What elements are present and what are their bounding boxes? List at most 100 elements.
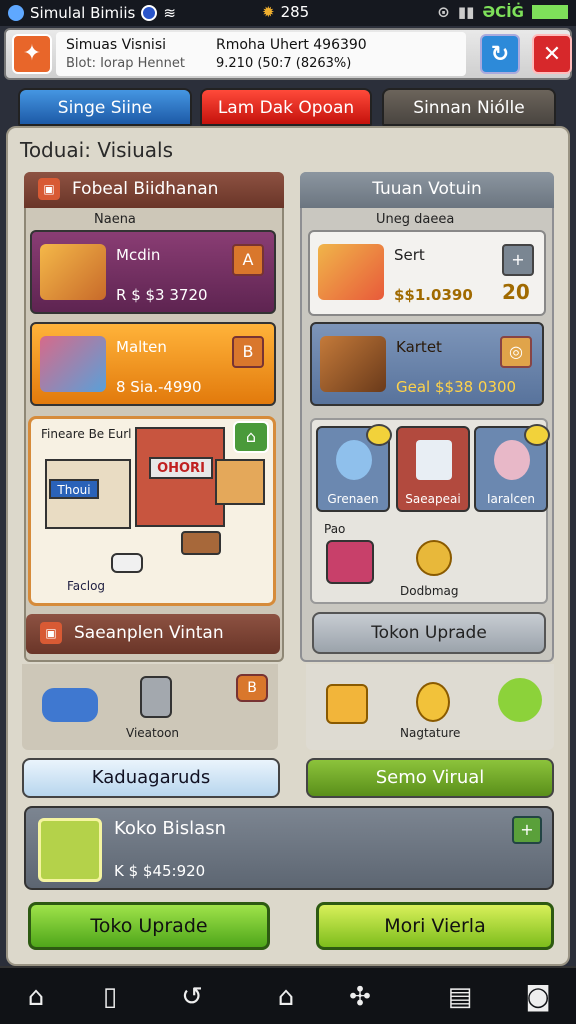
market-button[interactable]: A (232, 244, 264, 276)
undo-icon[interactable]: ↺ (162, 974, 222, 1020)
tab-singe-siine[interactable]: Singe Siine (18, 88, 192, 126)
right-sublabel: Uneg daeea (376, 212, 455, 227)
building-upgrade-icon[interactable]: ⌂ (233, 421, 269, 453)
toko-upgrade-button[interactable]: Toko Uprade (28, 902, 270, 950)
status-center: ✹ 285 (262, 3, 309, 21)
koko-card[interactable]: Koko Bislasn K $ $45:920 + (24, 806, 554, 890)
sert-add-button[interactable]: + (502, 244, 534, 276)
box-icon[interactable] (326, 684, 368, 724)
crate-icon: ▣ (38, 178, 60, 200)
maker-title: Malten (116, 338, 167, 356)
koko-value: K $ $45:920 (114, 862, 206, 880)
signal-icon: ▮▮ (457, 3, 475, 21)
maker-button[interactable]: B (232, 336, 264, 368)
refresh-icon[interactable]: ↻ (480, 34, 520, 74)
pao-label: Pao (324, 522, 346, 536)
market-card[interactable]: Mcdin R $ $3 3720 A (30, 230, 276, 314)
close-icon[interactable]: ✕ (532, 34, 572, 74)
item-iaralcen[interactable]: Iaralcen (474, 424, 550, 512)
item-grenaen-label: Grenaen (327, 492, 379, 506)
badge-icon (141, 5, 158, 21)
belt-right-label: Nagtature (400, 726, 461, 740)
alarm-icon: ⊙ (437, 3, 450, 21)
fridge-icon (416, 440, 452, 480)
town-label: Fineare Be Eurl (41, 427, 132, 441)
coin-badge-icon (524, 424, 550, 446)
status-left: Simulal Bimiis ≋ (8, 4, 176, 22)
wifi-icon: ≋ (163, 4, 176, 22)
left-section2-text: Saeanplen Vintan (74, 623, 224, 643)
semo-virual-button[interactable]: Semo Virual (306, 758, 554, 798)
koko-add-button[interactable]: + (512, 816, 542, 844)
coupon-icon[interactable]: ◎ (500, 336, 532, 368)
mori-vierla-button[interactable]: Mori Vierla (316, 902, 554, 950)
box-icon[interactable]: ▤ (430, 974, 490, 1020)
coin-badge-icon (366, 424, 392, 446)
puzzle-icon[interactable]: ✣ (330, 974, 390, 1020)
maker-card[interactable]: Malten 8 Sia.-4990 B (30, 322, 276, 406)
right-header: Tuuan Votuin (300, 172, 554, 208)
market-icon (40, 244, 106, 300)
kartet-card[interactable]: Kartet Geal $$38 0300 ◎ (310, 322, 544, 406)
status-count: 285 (280, 3, 310, 21)
car-icon (111, 553, 143, 573)
pencil-icon (318, 244, 384, 300)
cloud-icon (8, 5, 24, 21)
tab-sinnan-niolle[interactable]: Sinnan Niólle (382, 88, 556, 126)
left-sublabel: Naena (94, 212, 136, 227)
settings-icon: ✹ (262, 3, 275, 21)
belt-b-button[interactable]: B (236, 674, 268, 702)
shop-sign: OHORI (149, 457, 213, 479)
town-illustration[interactable]: Fineare Be Eurl Thoui OHORI Faclog ⌂ (28, 416, 276, 606)
panel-title: Toduai: Visiuals (20, 138, 174, 162)
belt-left-label: Vieatoon (126, 726, 180, 740)
item-grid: Grenaen Saeapeai Iaralcen Pao Dodbmag (310, 418, 550, 604)
sert-card[interactable]: Sert $$1.0390 20 + (308, 230, 546, 316)
kaduag-label: Kaduagaruds (91, 767, 211, 788)
status-bar: Simulal Bimiis ≋ ✹ 285 ⊙ ▮▮ ƏCİĠ (0, 0, 576, 26)
item-belt: Vieatoon B Nagtature (22, 664, 554, 750)
coin-icon[interactable] (416, 682, 450, 722)
camera-icon[interactable]: ◙ (508, 974, 568, 1020)
cup-icon (494, 440, 530, 480)
item-grenaen[interactable]: Grenaen (316, 424, 392, 512)
tab-bar: Singe Siine Lam Dak Opoan Sinnan Niólle (18, 88, 558, 126)
key-icon[interactable] (498, 678, 542, 722)
app-orange-icon[interactable]: ✦ (12, 34, 52, 74)
kaduag-button[interactable]: Kaduagaruds (22, 758, 280, 798)
market-value: R $ $3 3720 (116, 286, 208, 304)
truck-icon (181, 531, 221, 555)
trash-can-icon[interactable] (140, 676, 172, 718)
left-section2-header: ▣ Saeanplen Vintan (26, 614, 280, 654)
koko-title: Koko Bislasn (114, 818, 226, 839)
bottom-nav: ⌂ ▯ ↺ ⌂ ✣ ▤ ◙ (0, 966, 576, 1024)
kartet-value: Geal $$38 0300 (396, 378, 517, 396)
sert-value: $$1.0390 (394, 286, 473, 304)
barrel-icon (320, 336, 386, 392)
jar-icon (336, 440, 372, 480)
tab-lam-dak-opoan[interactable]: Lam Dak Opoan (200, 88, 372, 126)
game-screen: Simulal Bimiis ≋ ✹ 285 ⊙ ▮▮ ƏCİĠ ✦ Simua… (0, 0, 576, 1024)
store-sign: Thoui (49, 479, 99, 499)
town-footer: Faclog (67, 579, 106, 593)
item-iaralcen-label: Iaralcen (486, 492, 536, 506)
kartet-title: Kartet (396, 338, 442, 356)
phone-icon[interactable]: ▯ (80, 974, 140, 1020)
maker-value: 8 Sia.-4990 (116, 378, 202, 396)
top-bar: ✦ Simuas Visnisi Blot: Iorap Hennet Rmoh… (4, 28, 572, 80)
status-battery-text: ƏCİĠ (482, 3, 524, 21)
cup-icon[interactable]: ⌂ (256, 974, 316, 1020)
topbar-line1: Simuas Visnisi (66, 37, 167, 53)
car-icon[interactable] (42, 688, 98, 722)
market-title: Mcdin (116, 246, 161, 264)
machine-icon (40, 336, 106, 392)
item-saeapeai[interactable]: Saeapeai (396, 426, 470, 512)
coin-icon (416, 540, 452, 576)
status-right: ⊙ ▮▮ ƏCİĠ (437, 3, 568, 21)
home-icon[interactable]: ⌂ (6, 974, 66, 1020)
sert-count: 20 (502, 280, 530, 304)
tokon-upgrade-button[interactable]: Tokon Uprade (312, 612, 546, 654)
battery-icon (532, 5, 568, 19)
topbar-line2: Blot: Iorap Hennet (66, 56, 185, 71)
left-header: ▣ Fobeal Biidhanan (24, 172, 284, 208)
